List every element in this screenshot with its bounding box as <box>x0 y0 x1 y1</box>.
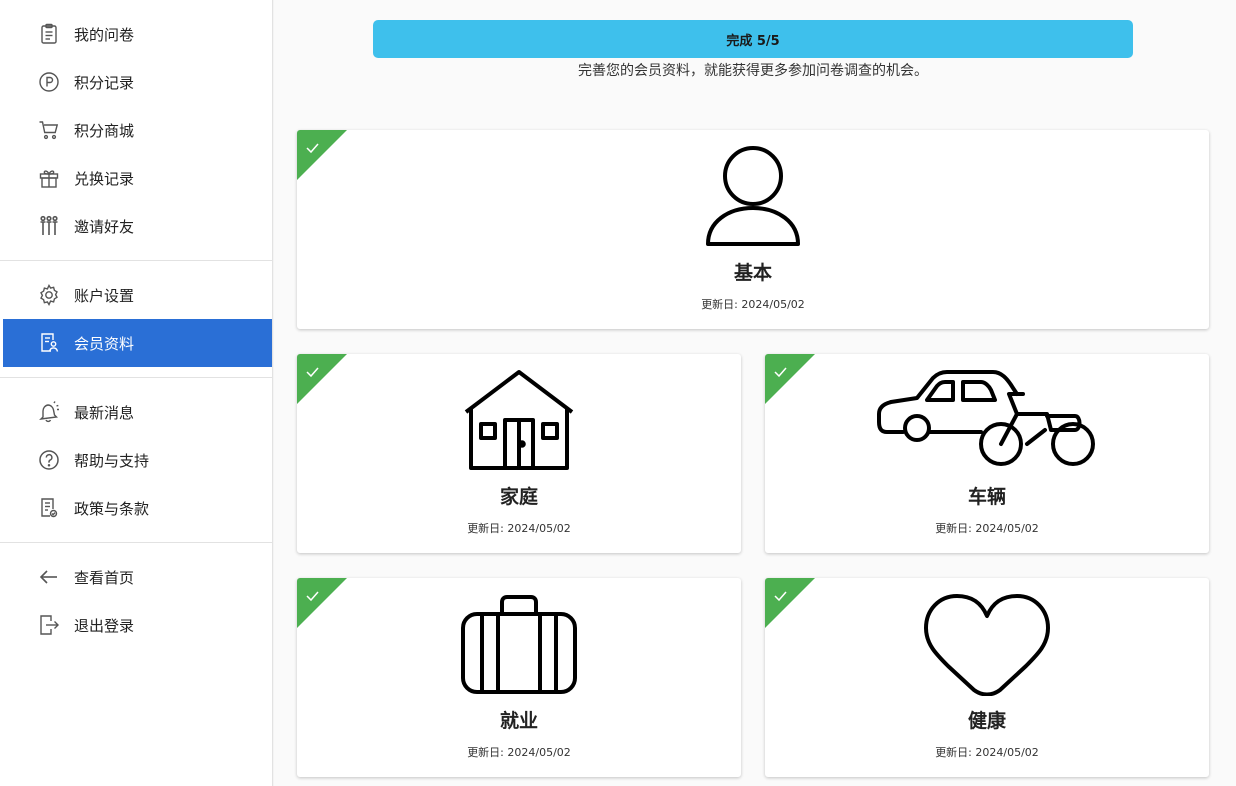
arrow-left-icon <box>36 564 62 590</box>
sidebar-item-label: 积分记录 <box>74 73 135 92</box>
card-title: 健康 <box>967 710 1006 732</box>
profile-card-vehicle[interactable]: 车辆 更新日: 2024/05/02 <box>765 354 1209 553</box>
nav-group-exit: 查看首页 退出登录 <box>0 542 272 659</box>
sidebar-item-logout[interactable]: 退出登录 <box>3 601 272 649</box>
gift-icon <box>36 165 62 191</box>
profile-card-employment[interactable]: 就业 更新日: 2024/05/02 <box>297 578 741 777</box>
sidebar-item-label: 查看首页 <box>74 568 135 587</box>
sidebar-item-points-mall[interactable]: 积分商城 <box>3 106 272 154</box>
sidebar-item-label: 积分商城 <box>74 121 135 140</box>
profile-card-health[interactable]: 健康 更新日: 2024/05/02 <box>765 578 1209 777</box>
logout-icon <box>36 612 62 638</box>
card-updated-date: 更新日: 2024/05/02 <box>935 746 1039 759</box>
sidebar-item-view-home[interactable]: 查看首页 <box>3 553 272 601</box>
sidebar-item-latest-news[interactable]: 最新消息 <box>3 388 272 436</box>
nav-group-info: 最新消息 帮助与支持 政策与条款 <box>0 377 272 542</box>
profile-card-household[interactable]: 家庭 更新日: 2024/05/02 <box>297 354 741 553</box>
card-title: 基本 <box>733 262 772 284</box>
sidebar-item-policy-terms[interactable]: 政策与条款 <box>3 484 272 532</box>
sidebar-item-invite-friends[interactable]: 邀请好友 <box>3 202 272 250</box>
car-motorcycle-icon <box>765 368 1209 472</box>
sidebar-item-account-settings[interactable]: 账户设置 <box>3 271 272 319</box>
points-icon <box>36 69 62 95</box>
briefcase-icon <box>297 594 741 696</box>
sidebar-item-label: 账户设置 <box>74 286 135 305</box>
nav-group-account: 我的问卷 积分记录 积分商城 兑换记录 邀请好友 <box>0 0 272 260</box>
person-icon <box>297 144 1209 248</box>
sidebar-item-help-support[interactable]: 帮助与支持 <box>3 436 272 484</box>
profile-card-basic[interactable]: 基本 更新日: 2024/05/02 <box>297 130 1209 329</box>
sidebar-item-points-history[interactable]: 积分记录 <box>3 58 272 106</box>
sidebar-item-label: 最新消息 <box>74 403 135 422</box>
nav-group-profile: 账户设置 会员资料 <box>0 260 272 377</box>
cart-icon <box>36 117 62 143</box>
sidebar-item-redeem-history[interactable]: 兑换记录 <box>3 154 272 202</box>
policy-icon <box>36 495 62 521</box>
people-icon <box>36 213 62 239</box>
card-updated-date: 更新日: 2024/05/02 <box>701 298 805 311</box>
card-title: 就业 <box>499 710 538 732</box>
profile-subtitle: 完善您的会员资料，就能获得更多参加问卷调查的机会。 <box>578 63 928 79</box>
card-updated-date: 更新日: 2024/05/02 <box>467 522 571 535</box>
gear-icon <box>36 282 62 308</box>
completion-progress-bar: 完成 5/5 <box>373 20 1133 58</box>
sidebar-item-label: 政策与条款 <box>74 499 150 518</box>
card-title: 车辆 <box>967 486 1006 508</box>
heart-icon <box>765 594 1209 696</box>
clipboard-icon <box>36 21 62 47</box>
help-icon <box>36 447 62 473</box>
sidebar-item-label: 会员资料 <box>74 334 135 353</box>
sidebar-item-label: 邀请好友 <box>74 217 135 236</box>
sidebar-item-member-profile[interactable]: 会员资料 <box>3 319 272 367</box>
house-icon <box>297 368 741 472</box>
profile-doc-icon <box>36 330 62 356</box>
sidebar-item-label: 帮助与支持 <box>74 451 150 470</box>
sidebar-item-my-surveys[interactable]: 我的问卷 <box>3 10 272 58</box>
sidebar-item-label: 我的问卷 <box>74 25 135 44</box>
sidebar-item-label: 兑换记录 <box>74 169 135 188</box>
sidebar: 我的问卷 积分记录 积分商城 兑换记录 邀请好友 账户设置 会员资料 最新消息 … <box>0 0 273 786</box>
bell-icon <box>36 399 62 425</box>
sidebar-item-label: 退出登录 <box>74 616 135 635</box>
main-content: 完成 5/5 完善您的会员资料，就能获得更多参加问卷调查的机会。 基本 更新日:… <box>274 0 1236 786</box>
card-updated-date: 更新日: 2024/05/02 <box>935 522 1039 535</box>
card-updated-date: 更新日: 2024/05/02 <box>467 746 571 759</box>
card-title: 家庭 <box>499 486 538 508</box>
